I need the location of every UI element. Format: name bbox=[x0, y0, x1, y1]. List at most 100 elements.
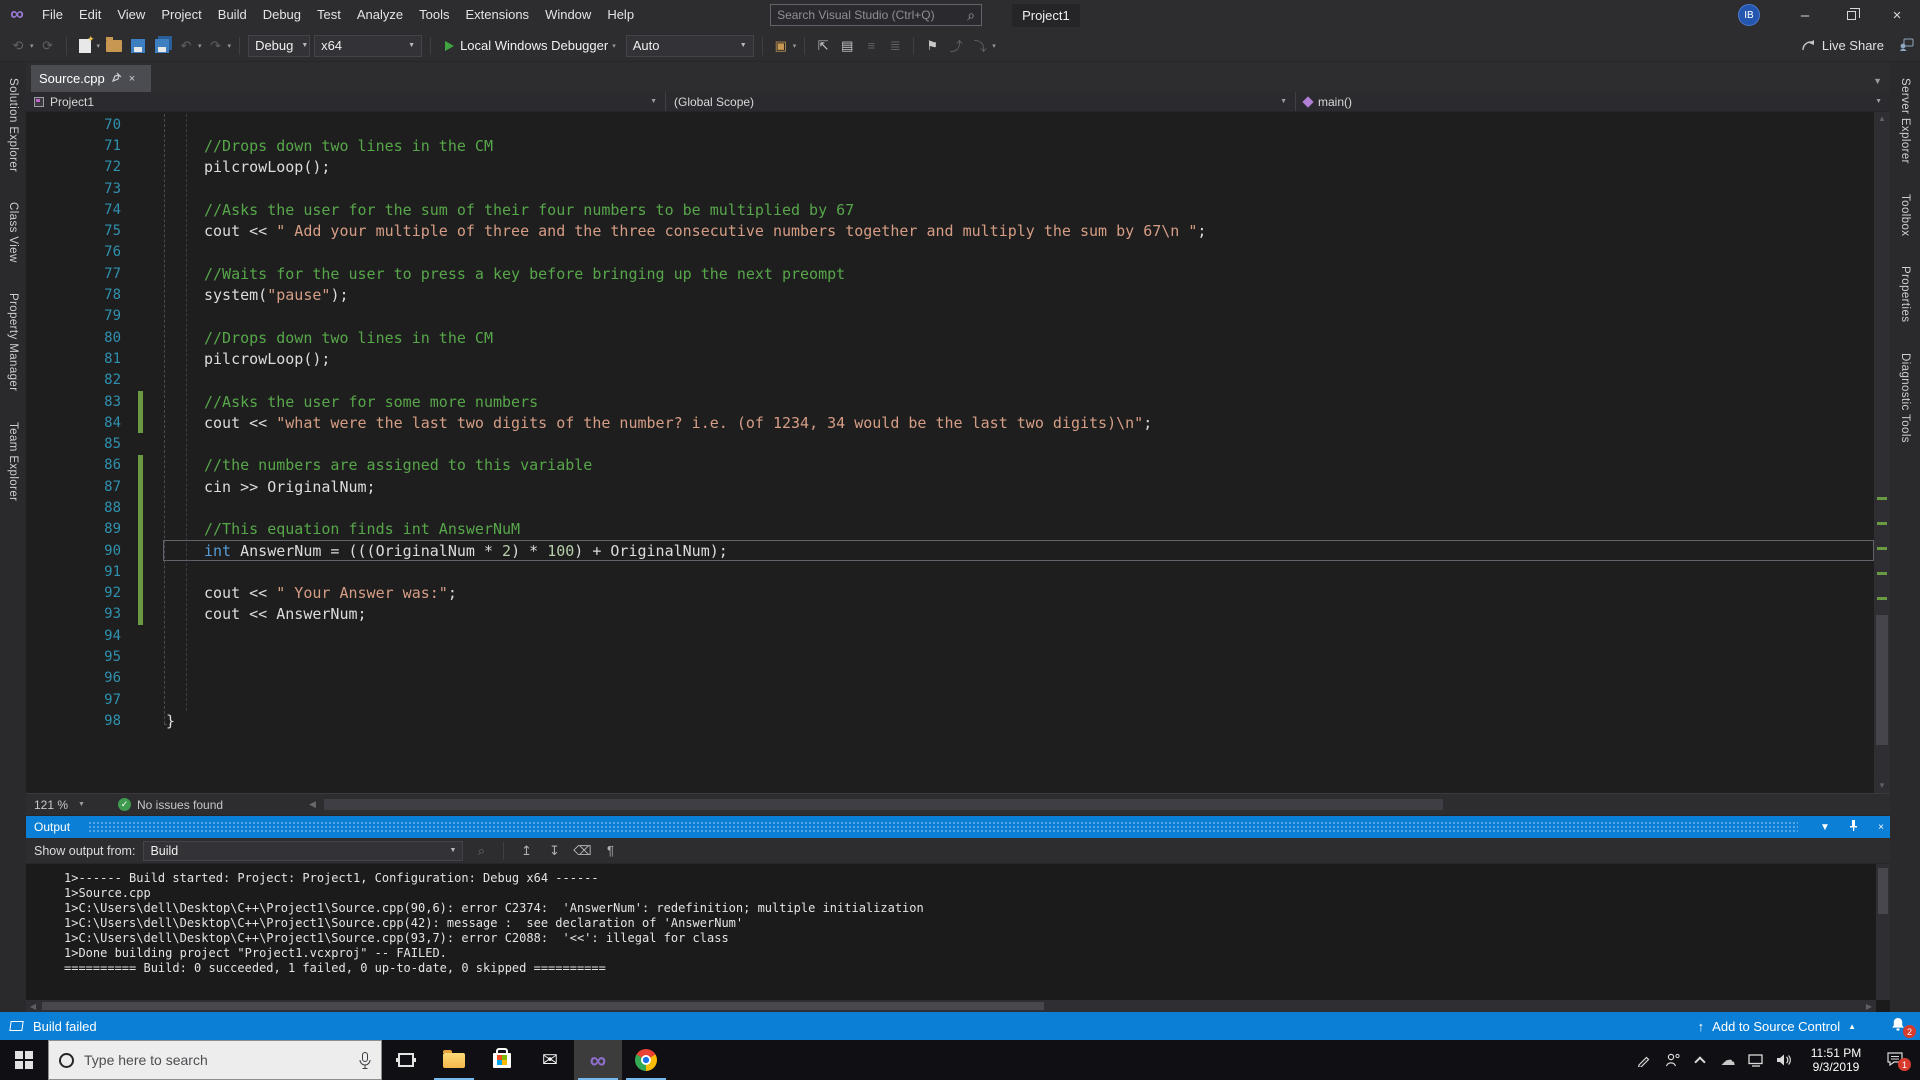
code-line-78[interactable]: 78 system("pause"); bbox=[26, 284, 1874, 305]
code-line-71[interactable]: 71 //Drops down two lines in the CM bbox=[26, 135, 1874, 156]
new-file-dropdown[interactable]: ▾ bbox=[97, 42, 101, 50]
line-number[interactable]: 91 bbox=[26, 564, 121, 580]
panel-tab-property-manager[interactable]: Property Manager bbox=[7, 285, 19, 399]
line-number[interactable]: 76 bbox=[26, 244, 121, 260]
breadcrumb-method[interactable]: main() ▼ bbox=[1296, 92, 1890, 111]
menu-help[interactable]: Help bbox=[599, 0, 642, 30]
maximize-button[interactable] bbox=[1828, 0, 1874, 30]
scroll-up-arrow[interactable]: ▲ bbox=[1874, 112, 1890, 126]
people-icon[interactable] bbox=[1660, 1040, 1684, 1080]
find-message-icon[interactable]: ⌕ bbox=[471, 841, 491, 861]
line-number[interactable]: 82 bbox=[26, 372, 121, 388]
start-button[interactable] bbox=[0, 1040, 48, 1080]
tray-expand-icon[interactable] bbox=[1688, 1040, 1712, 1080]
onedrive-icon[interactable]: ☁ bbox=[1716, 1040, 1740, 1080]
code-line-72[interactable]: 72 pilcrowLoop(); bbox=[26, 157, 1874, 178]
code-line-74[interactable]: 74 //Asks the user for the sum of their f… bbox=[26, 199, 1874, 220]
code-line-92[interactable]: 92 cout << " Your Answer was:"; bbox=[26, 582, 1874, 604]
output-line[interactable]: ========== Build: 0 succeeded, 1 failed,… bbox=[64, 961, 1876, 976]
output-close-icon[interactable]: × bbox=[1872, 822, 1890, 833]
close-button[interactable]: × bbox=[1874, 0, 1920, 30]
menu-debug[interactable]: Debug bbox=[255, 0, 309, 30]
code-line-82[interactable]: 82 bbox=[26, 370, 1874, 391]
tab-source-cpp[interactable]: Source.cpp × bbox=[31, 65, 151, 92]
panel-tab-toolbox[interactable]: Toolbox bbox=[1899, 186, 1911, 244]
menu-test[interactable]: Test bbox=[309, 0, 349, 30]
line-number[interactable]: 81 bbox=[26, 351, 121, 367]
editor-horizontal-scrollbar[interactable]: ◀ bbox=[309, 797, 1874, 812]
mail-button[interactable]: ✉ bbox=[526, 1040, 574, 1080]
line-number[interactable]: 70 bbox=[26, 117, 121, 133]
output-vertical-scrollbar[interactable] bbox=[1876, 864, 1890, 1000]
code-line-81[interactable]: 81 pilcrowLoop(); bbox=[26, 348, 1874, 369]
bookmark-button[interactable]: ⚑ bbox=[922, 36, 942, 56]
word-wrap-icon[interactable]: ¶ bbox=[600, 841, 620, 861]
tab-close-icon[interactable]: × bbox=[129, 73, 135, 85]
panel-tab-diagnostic-tools[interactable]: Diagnostic Tools bbox=[1899, 345, 1911, 451]
search-input[interactable]: Search Visual Studio (Ctrl+Q) ⌕ bbox=[770, 4, 983, 26]
panel-tab-team-explorer[interactable]: Team Explorer bbox=[7, 414, 19, 509]
code-line-77[interactable]: 77 //Waits for the user to press a key be… bbox=[26, 263, 1874, 284]
line-number[interactable]: 95 bbox=[26, 649, 121, 665]
clear-all-icon[interactable]: ⌫ bbox=[572, 841, 592, 861]
window-position-dropdown[interactable]: ▼ bbox=[1816, 822, 1834, 833]
code-line-93[interactable]: 93 cout << AnswerNum; bbox=[26, 603, 1874, 626]
code-line-79[interactable]: 79 bbox=[26, 306, 1874, 327]
line-number[interactable]: 96 bbox=[26, 670, 121, 686]
prev-bookmark-button[interactable]: ⤴ bbox=[946, 36, 966, 56]
network-icon[interactable] bbox=[1744, 1040, 1768, 1080]
menu-build[interactable]: Build bbox=[210, 0, 255, 30]
code-line-90[interactable]: 90 int AnswerNum = (((OriginalNum * 2) * … bbox=[26, 539, 1874, 562]
code-line-91[interactable]: 91 bbox=[26, 561, 1874, 583]
code-line-80[interactable]: 80 //Drops down two lines in the CM bbox=[26, 327, 1874, 348]
menu-edit[interactable]: Edit bbox=[71, 0, 109, 30]
output-body[interactable]: 1>------ Build started: Project: Project… bbox=[26, 864, 1890, 1012]
line-number[interactable]: 89 bbox=[26, 521, 121, 537]
line-number[interactable]: 83 bbox=[26, 394, 121, 410]
line-number[interactable]: 97 bbox=[26, 692, 121, 708]
line-number[interactable]: 87 bbox=[26, 479, 121, 495]
redo-button[interactable]: ↷ bbox=[206, 36, 226, 56]
action-center-button[interactable]: 1 bbox=[1876, 1052, 1916, 1071]
save-all-button[interactable] bbox=[152, 36, 172, 56]
line-number[interactable]: 90 bbox=[26, 543, 121, 559]
menu-extensions[interactable]: Extensions bbox=[457, 0, 537, 30]
code-editor[interactable]: 70 71 //Drops down two lines in the CM 72 pi… bbox=[26, 112, 1890, 793]
line-number[interactable]: 94 bbox=[26, 628, 121, 644]
next-message-icon[interactable]: ↧ bbox=[544, 841, 564, 861]
find-in-files-button[interactable]: ⇱ bbox=[813, 36, 833, 56]
code-line-89[interactable]: 89 //This equation finds int AnswerNuM bbox=[26, 518, 1874, 540]
nav-back-button[interactable]: ⟲ bbox=[8, 36, 28, 56]
panel-tab-class-view[interactable]: Class View bbox=[7, 194, 19, 271]
open-file-button[interactable] bbox=[104, 36, 124, 56]
code-line-76[interactable]: 76 bbox=[26, 242, 1874, 263]
output-line[interactable]: 1>Done building project "Project1.vcxpro… bbox=[64, 946, 1876, 961]
line-number[interactable]: 88 bbox=[26, 500, 121, 516]
menu-analyze[interactable]: Analyze bbox=[349, 0, 411, 30]
visual-studio-button[interactable]: ∞ bbox=[574, 1040, 622, 1080]
undo-dropdown[interactable]: ▾ bbox=[198, 42, 202, 50]
line-number[interactable]: 75 bbox=[26, 223, 121, 239]
scroll-left-arrow[interactable]: ◀ bbox=[309, 799, 316, 810]
save-button[interactable] bbox=[128, 36, 148, 56]
line-number[interactable]: 72 bbox=[26, 159, 121, 175]
minimize-button[interactable]: – bbox=[1782, 0, 1828, 30]
line-number[interactable]: 85 bbox=[26, 436, 121, 452]
undo-button[interactable]: ↶ bbox=[176, 36, 196, 56]
live-share-button[interactable]: Live Share bbox=[1801, 38, 1884, 53]
document-list-dropdown[interactable]: ▼ bbox=[1873, 76, 1882, 86]
nav-forward-button[interactable]: ⟳ bbox=[38, 36, 58, 56]
document-health[interactable]: ✓ No issues found bbox=[118, 798, 223, 812]
line-number[interactable]: 79 bbox=[26, 308, 121, 324]
next-bookmark-button[interactable]: ⤵ bbox=[970, 36, 990, 56]
menu-tools[interactable]: Tools bbox=[411, 0, 457, 30]
panel-tab-server-explorer[interactable]: Server Explorer bbox=[1899, 70, 1911, 172]
pin-icon[interactable] bbox=[111, 72, 122, 85]
line-number[interactable]: 98 bbox=[26, 713, 121, 729]
comment-button[interactable]: ≡ bbox=[861, 36, 881, 56]
line-number[interactable]: 73 bbox=[26, 181, 121, 197]
avatar[interactable]: IB bbox=[1738, 4, 1760, 26]
code-line-98[interactable]: 98} bbox=[26, 710, 1874, 731]
line-number[interactable]: 71 bbox=[26, 138, 121, 154]
code-line-97[interactable]: 97 bbox=[26, 689, 1874, 710]
